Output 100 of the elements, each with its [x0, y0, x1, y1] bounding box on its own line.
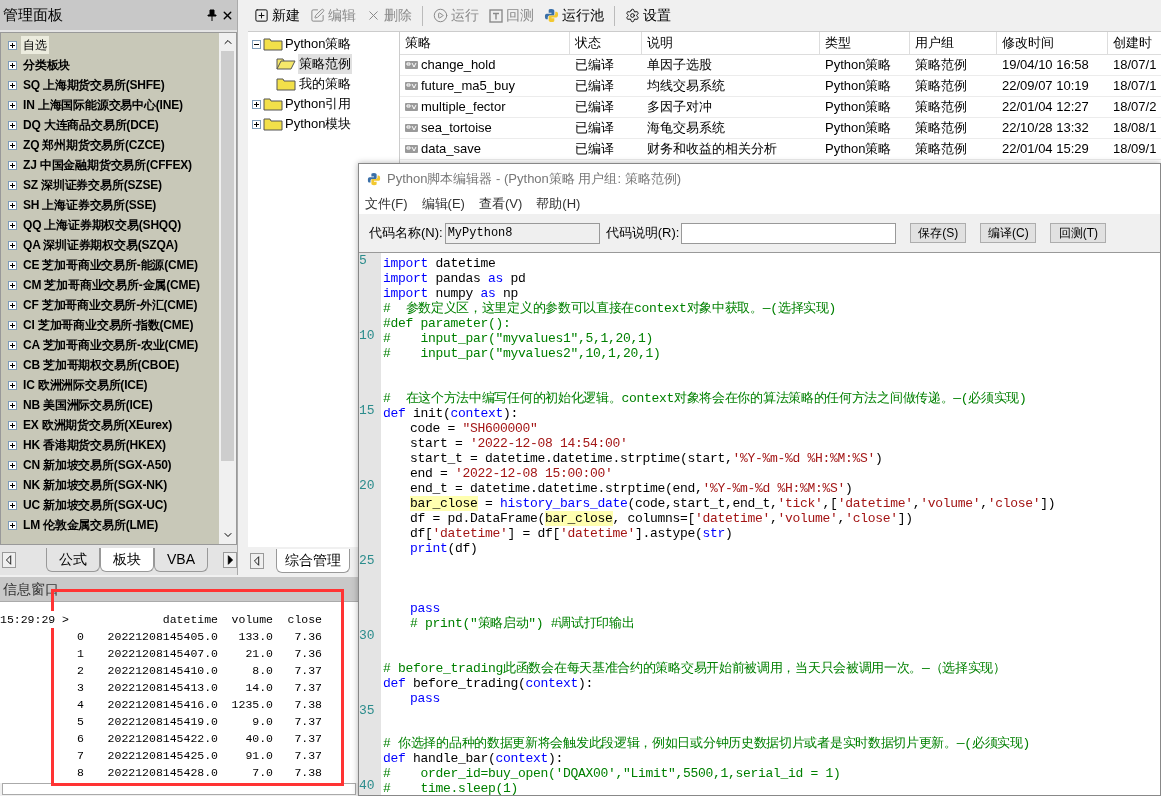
expand-icon[interactable]	[8, 100, 17, 110]
folder-icon	[263, 117, 283, 131]
tree-item[interactable]: IC 欧洲洲际交易所(ICE)	[21, 376, 150, 394]
scrollbar[interactable]	[219, 33, 236, 544]
expand-icon[interactable]	[8, 420, 17, 430]
expand-icon[interactable]	[8, 440, 17, 450]
menu-item[interactable]: 文件(F)	[365, 194, 408, 214]
expand-icon[interactable]	[8, 120, 17, 130]
expand-icon[interactable]	[8, 260, 17, 270]
tree-item[interactable]: NB 美国洲际交易所(ICE)	[21, 396, 155, 414]
column-header[interactable]: 状态	[570, 32, 642, 54]
table-cell-text: 已编译	[575, 119, 614, 138]
column-header[interactable]: 策略	[400, 32, 570, 54]
tree-item[interactable]: HK 香港期货交易所(HKEX)	[21, 436, 168, 454]
tree-item[interactable]: CM 芝加哥商业交易所-金属(CME)	[21, 276, 202, 294]
expand-icon[interactable]	[8, 520, 17, 530]
tree-item[interactable]: ZJ 中国金融期货交易所(CFFEX)	[21, 156, 194, 174]
table-cell-text: Python策略	[825, 119, 892, 138]
expand-icon[interactable]	[8, 380, 17, 390]
code-description-field[interactable]	[681, 222, 897, 244]
tree-item[interactable]: CA 芝加哥商业交易所-农业(CME)	[21, 336, 201, 354]
output-cell-text: 6	[77, 731, 84, 747]
tree-node[interactable]: Python引用	[285, 94, 352, 114]
menu-item[interactable]: 编辑(E)	[421, 194, 465, 214]
expand-icon[interactable]	[8, 480, 17, 490]
tree-node[interactable]: Python模块	[285, 114, 352, 134]
folder-icon	[263, 37, 283, 51]
expand-icon[interactable]	[8, 60, 17, 70]
expand-icon[interactable]	[8, 400, 17, 410]
toolbar-button[interactable]: 设置	[625, 5, 671, 26]
tree-item[interactable]: 自选	[21, 36, 49, 54]
code-line: pass	[409, 601, 440, 616]
tree-item[interactable]: SQ 上海期货交易所(SHFE)	[21, 76, 167, 94]
panel-tab[interactable]: 综合管理	[276, 549, 350, 573]
tree-node[interactable]: 策略范例	[298, 54, 352, 74]
line-number: 10	[359, 328, 375, 343]
expand-icon[interactable]	[8, 340, 17, 350]
expand-icon[interactable]	[8, 220, 17, 230]
tree-item[interactable]: EX 欧洲期货交易所(XEurex)	[21, 416, 175, 434]
tree-item[interactable]: QA 深圳证券期权交易(SZQA)	[21, 236, 180, 254]
scroll-left-icon[interactable]	[250, 553, 264, 569]
tree-item[interactable]: DQ 大连商品交易所(DCE)	[21, 116, 161, 134]
expand-icon[interactable]	[8, 320, 17, 330]
column-header[interactable]: 创建时	[1108, 32, 1161, 54]
scroll-right-icon[interactable]	[223, 552, 237, 568]
tree-item[interactable]: UC 新加坡交易所(SGX-UC)	[21, 496, 169, 514]
toolbar-button[interactable]: 新建	[254, 5, 300, 26]
tree-item[interactable]: CE 芝加哥商业交易所-能源(CME)	[21, 256, 200, 274]
expand-icon[interactable]	[8, 500, 17, 510]
panel-tab[interactable]: VBA	[154, 548, 208, 572]
menu-item[interactable]: 查看(V)	[478, 194, 523, 214]
expand-icon[interactable]	[8, 300, 17, 310]
expand-icon[interactable]	[8, 140, 17, 150]
expand-icon[interactable]	[252, 99, 261, 109]
collapse-icon[interactable]	[252, 39, 261, 49]
editor-button[interactable]: 保存(S)	[910, 223, 967, 243]
tree-item[interactable]: IN 上海国际能源交易中心(INE)	[21, 96, 185, 114]
expand-icon[interactable]	[8, 160, 17, 170]
output-cell-text: 20221208145416.0	[107, 697, 218, 713]
panel-tab[interactable]: 公式	[46, 548, 100, 572]
expand-icon[interactable]	[8, 360, 17, 370]
pin-icon[interactable]	[207, 9, 217, 21]
code-line: df['datetime'] = df['datetime'].astype(str)	[409, 526, 733, 541]
code-line: def handle_bar(context):	[382, 751, 564, 766]
editor-button[interactable]: 回测(T)	[1050, 223, 1107, 243]
toolbar-button[interactable]: 运行池	[544, 5, 604, 26]
expand-icon[interactable]	[8, 200, 17, 210]
column-header[interactable]: 类型	[820, 32, 910, 54]
column-header[interactable]: 说明	[642, 32, 820, 54]
scroll-thumb[interactable]	[221, 51, 234, 461]
expand-icon[interactable]	[8, 40, 17, 50]
expand-icon[interactable]	[252, 119, 261, 129]
tree-item[interactable]: 分类板块	[21, 56, 73, 74]
tree-item[interactable]: LM 伦敦金属交易所(LME)	[21, 516, 160, 534]
expand-icon[interactable]	[8, 280, 17, 290]
scroll-left-icon[interactable]	[2, 552, 16, 568]
code-line: bar_close = history_bars_date(code,start_t,end_t,'tick',['datetime','volume','close'])	[409, 496, 1056, 511]
table-cell-text: sea_tortoise	[421, 119, 492, 138]
folder-icon	[263, 97, 283, 111]
tree-item[interactable]: SZ 深圳证券交易所(SZSE)	[21, 176, 164, 194]
tree-item[interactable]: CI 芝加哥商业交易所-指数(CME)	[21, 316, 196, 334]
tree-item[interactable]: CF 芝加哥商业交易所-外汇(CME)	[21, 296, 200, 314]
expand-icon[interactable]	[8, 460, 17, 470]
code-name-field[interactable]: MyPython8	[444, 222, 600, 244]
tree-item[interactable]: NK 新加坡交易所(SGX-NK)	[21, 476, 169, 494]
tree-item[interactable]: QQ 上海证券期权交易(SHQQ)	[21, 216, 183, 234]
tree-item[interactable]: SH 上海证券交易所(SSE)	[21, 196, 158, 214]
expand-icon[interactable]	[8, 240, 17, 250]
column-header[interactable]: 修改时间	[997, 32, 1108, 54]
tree-node[interactable]: Python策略	[285, 34, 352, 54]
tree-item[interactable]: CB 芝加哥期权交易所(CBOE)	[21, 356, 181, 374]
tree-item[interactable]: CN 新加坡交易所(SGX-A50)	[21, 456, 174, 474]
column-header[interactable]: 用户组	[910, 32, 997, 54]
expand-icon[interactable]	[8, 80, 17, 90]
menu-item[interactable]: 帮助(H)	[536, 194, 581, 214]
tree-node[interactable]: 我的策略	[298, 74, 352, 94]
tree-item[interactable]: ZQ 郑州期货交易所(CZCE)	[21, 136, 167, 154]
editor-button[interactable]: 编译(C)	[980, 223, 1037, 243]
expand-icon[interactable]	[8, 180, 17, 190]
panel-tab[interactable]: 板块	[100, 548, 154, 572]
